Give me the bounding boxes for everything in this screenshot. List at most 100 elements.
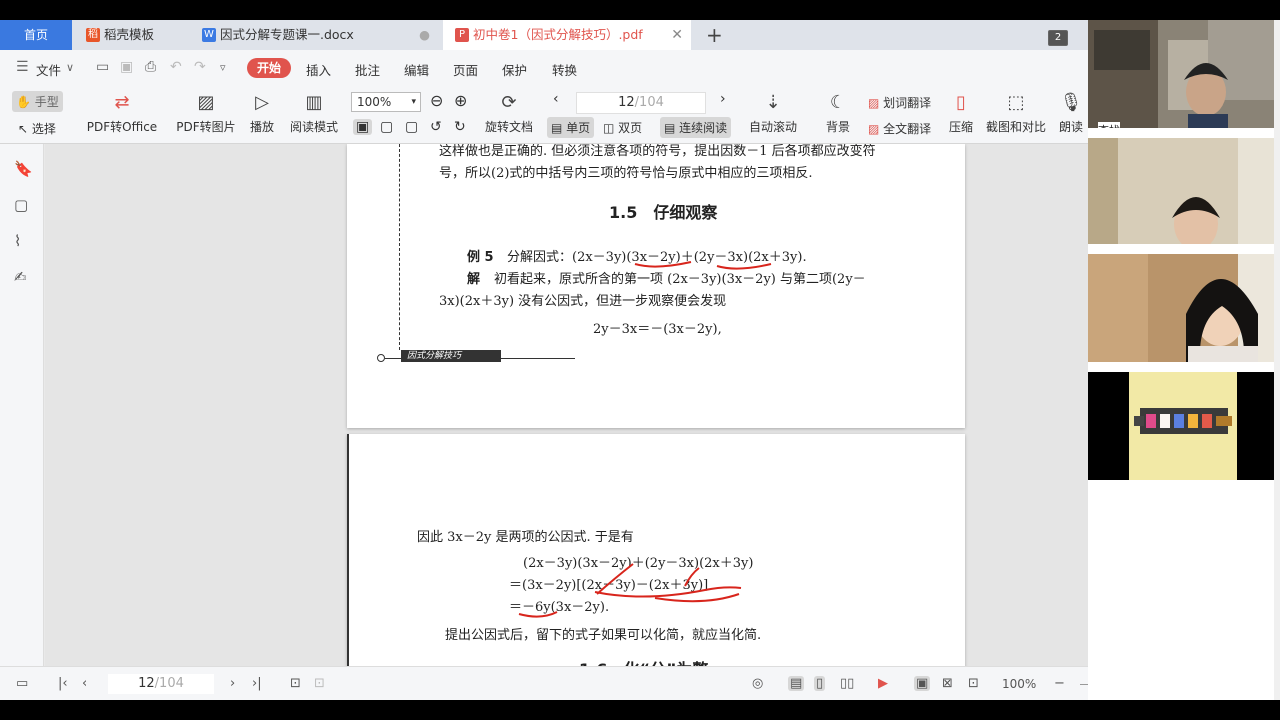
redo-icon[interactable]: ↷ <box>194 59 206 75</box>
chevron-down-icon[interactable]: ∨ <box>66 61 74 74</box>
screenshot-compare-button[interactable]: ⬚ 截图和对比 <box>984 92 1048 135</box>
read-mode-button[interactable]: ▥ 阅读模式 <box>288 92 340 135</box>
menu-protect[interactable]: 保护 <box>502 60 527 79</box>
play-icon[interactable]: ▶ <box>878 676 888 691</box>
select-label: 选择 <box>31 122 56 136</box>
annotation-layer <box>518 563 742 618</box>
prev-page-icon[interactable]: ‹ <box>553 91 559 107</box>
tab-pdf[interactable]: P 初中卷1（因式分解技巧）.pdf ✕ <box>443 20 691 50</box>
document-viewport[interactable]: 这样做也是正确的. 但必须注意各项的符号，提出因数－1 后各项都应改变符 号，所… <box>45 144 1088 666</box>
compress-button[interactable]: ▯ 压缩 <box>946 92 976 135</box>
eye-protect-icon[interactable]: ◎ <box>752 676 763 691</box>
status-zoom[interactable]: 100% <box>1002 677 1036 691</box>
menu-convert[interactable]: 转换 <box>552 60 577 79</box>
select-tool-button[interactable]: ↖ 选择 <box>18 120 56 137</box>
word-translate-button[interactable]: ▨ 划词翻译 <box>868 94 931 111</box>
rotate-doc-button[interactable]: ⟳ 旋转文档 <box>482 92 536 135</box>
top-letterbox <box>0 0 1280 20</box>
fit-width-icon[interactable]: ⊠ <box>942 676 953 691</box>
signature-icon[interactable]: ✍ <box>14 268 27 286</box>
menu-page[interactable]: 页面 <box>453 60 478 79</box>
ink-underline <box>634 261 692 268</box>
continuous-read-button[interactable]: ▤ 连续阅读 <box>660 117 732 138</box>
double-page-label: 双页 <box>618 121 643 135</box>
compress-label: 压缩 <box>948 120 973 134</box>
ink-stroke <box>596 563 634 595</box>
ink-underline <box>716 263 772 270</box>
auto-scroll-label: 自动滚动 <box>748 120 797 134</box>
image-icon: ▨ <box>197 92 215 113</box>
sidebar-toggle-icon[interactable]: ▭ <box>16 676 28 691</box>
wps-pdf-window: 首页 稻 稻壳模板 W 因式分解专题课一.docx ● P 初中卷1（因式分解技… <box>0 20 1088 700</box>
single-page-icon: ▤ <box>551 121 563 135</box>
video-feed <box>1088 20 1280 128</box>
status-page-input[interactable]: 12/104 <box>108 674 214 694</box>
window-count-badge[interactable]: 2 <box>1048 30 1068 46</box>
tab-docx[interactable]: W 因式分解专题课一.docx ● <box>190 20 440 50</box>
double-page-button[interactable]: ◫ 双页 <box>603 119 642 136</box>
fit-page-icon[interactable]: ▣ <box>914 676 931 691</box>
save-icon[interactable]: ▣ <box>120 59 133 75</box>
page-number-input[interactable]: 12/104 <box>576 92 706 114</box>
forward-icon[interactable]: ⊡ <box>314 676 325 691</box>
video-feed <box>1088 372 1280 480</box>
back-icon[interactable]: ⊡ <box>290 676 301 691</box>
background-button[interactable]: ☾ 背景 <box>820 92 856 135</box>
pdf-to-image-button[interactable]: ▨ PDF转图片 <box>174 92 238 135</box>
tab-label: 稻壳模板 <box>104 27 155 42</box>
read-aloud-button[interactable]: 🎙 朗读 <box>1056 92 1086 135</box>
page-total: /104 <box>634 95 664 110</box>
full-translate-button[interactable]: ▨ 全文翻译 <box>868 120 931 137</box>
full-translate-icon: ▨ <box>868 122 880 136</box>
menu-comment[interactable]: 批注 <box>355 60 380 79</box>
menu-file[interactable]: 文件 <box>36 60 61 79</box>
fit-width-icon[interactable]: ▢ <box>380 119 393 135</box>
last-page-icon[interactable]: ›| <box>252 676 262 691</box>
fit-page-icon[interactable]: ▣ <box>353 119 373 135</box>
video-tile-student-1 <box>1088 138 1280 244</box>
page-current: 12 <box>618 95 635 110</box>
menu-insert[interactable]: 插入 <box>306 60 331 79</box>
continuous-view-icon[interactable]: ▤ <box>788 676 805 691</box>
menu-edit[interactable]: 编辑 <box>404 60 429 79</box>
play-button[interactable]: ▷ 播放 <box>246 92 278 135</box>
rotate-left-icon[interactable]: ↺ <box>430 119 442 135</box>
close-icon[interactable]: ✕ <box>671 20 683 50</box>
zoom-select[interactable]: 100% ▾ <box>351 92 421 112</box>
tab-daoke[interactable]: 稻 稻壳模板 <box>74 20 186 50</box>
pdf-page-13: 因此 3x－2y 是两项的公因式. 于是有 (2x－3y)(3x－2y)＋(2y… <box>347 434 965 666</box>
zoom-out-icon[interactable]: − <box>1054 676 1065 691</box>
more-icon[interactable]: ▿ <box>220 61 226 74</box>
rotate-right-icon[interactable]: ↻ <box>454 119 466 135</box>
play-icon: ▷ <box>255 92 269 113</box>
video-tile-teacher: 查找 <box>1088 20 1280 128</box>
zoom-out-icon[interactable]: ⊖ <box>430 91 443 110</box>
single-view-icon[interactable]: ▯ <box>814 676 826 691</box>
auto-scroll-button[interactable]: ⇣ 自动滚动 <box>744 92 802 135</box>
bookmark-icon[interactable]: 🔖 <box>14 160 33 178</box>
tab-home[interactable]: 首页 <box>0 20 72 50</box>
attachment-icon[interactable]: ⌇ <box>14 232 21 250</box>
double-view-icon[interactable]: ▯▯ <box>840 676 854 691</box>
prev-page-icon[interactable]: ‹ <box>82 676 87 691</box>
open-folder-icon[interactable]: ▭ <box>96 59 109 75</box>
single-page-button[interactable]: ▤ 单页 <box>547 117 595 138</box>
translate-icon: ▨ <box>868 96 880 110</box>
hand-tool-button[interactable]: ✋ 手型 <box>12 91 63 112</box>
play-label: 播放 <box>249 120 274 134</box>
tab-label: 初中卷1（因式分解技巧）.pdf <box>473 27 643 42</box>
actual-size-icon[interactable]: ▢ <box>405 119 418 135</box>
new-tab-button[interactable]: + <box>706 20 723 50</box>
thumbnail-icon[interactable]: ▢ <box>14 196 28 214</box>
next-page-icon[interactable]: › <box>230 676 235 691</box>
print-icon[interactable]: ⎙ <box>145 59 156 75</box>
zoom-in-icon[interactable]: ⊕ <box>454 91 467 110</box>
video-panel-scrollbar[interactable] <box>1274 20 1280 700</box>
hamburger-icon[interactable]: ☰ <box>16 59 29 75</box>
undo-icon[interactable]: ↶ <box>170 59 182 75</box>
first-page-icon[interactable]: |‹ <box>58 676 68 691</box>
pdf-to-office-button[interactable]: ⇄ PDF转Office <box>82 92 162 135</box>
next-page-icon[interactable]: › <box>720 91 726 107</box>
menu-start[interactable]: 开始 <box>247 58 291 78</box>
actual-size-icon[interactable]: ⊡ <box>968 676 979 691</box>
